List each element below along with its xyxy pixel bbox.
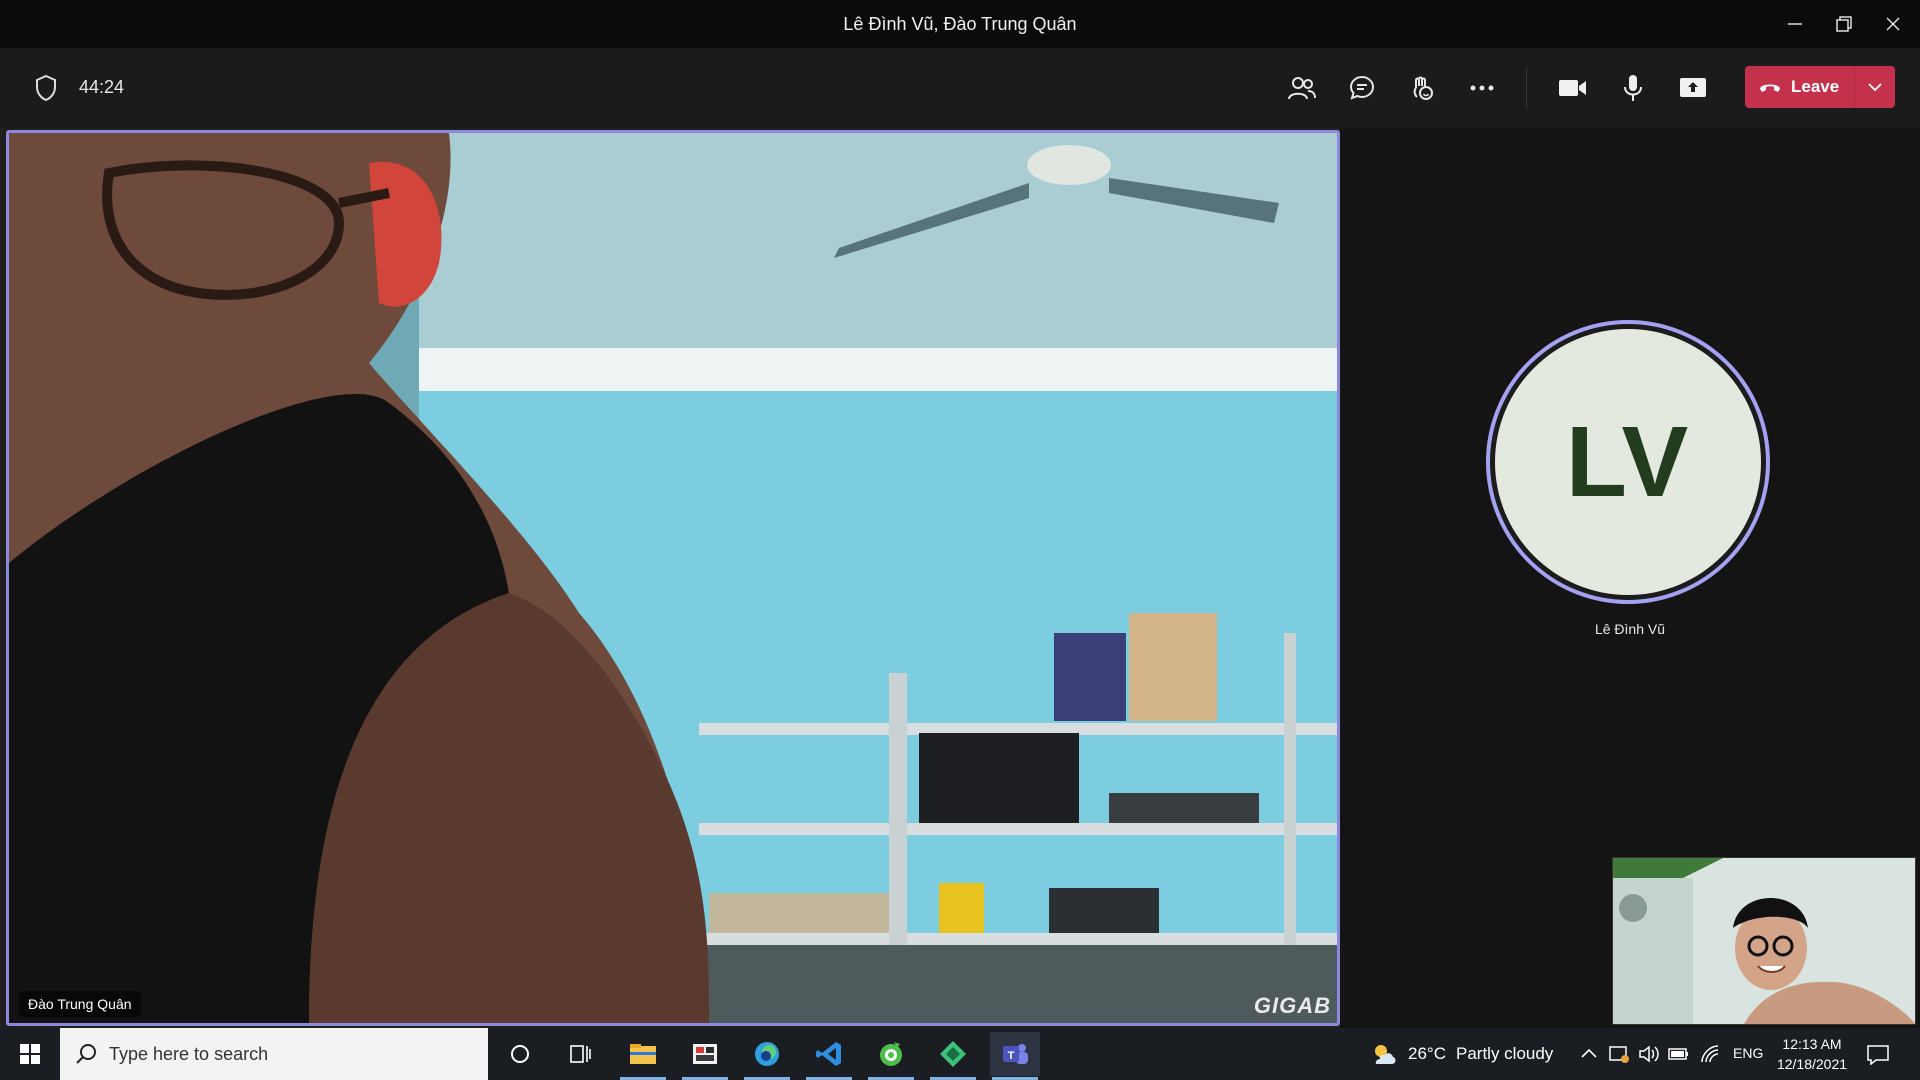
volume-icon[interactable]: [1638, 1044, 1660, 1064]
more-dots-icon: [1470, 85, 1494, 91]
edge-icon: [755, 1042, 779, 1066]
minimize-icon: [1788, 23, 1802, 25]
file-explorer-icon: [630, 1044, 656, 1064]
cortana-icon: [511, 1045, 529, 1063]
raise-hand-icon: [1413, 76, 1433, 100]
teams-icon: T: [1003, 1044, 1028, 1064]
mic-button[interactable]: [1613, 68, 1653, 108]
weather-widget[interactable]: 26°C Partly cloudy: [1370, 1028, 1553, 1080]
teams-button[interactable]: T: [990, 1032, 1040, 1080]
chevron-up-icon[interactable]: [1581, 1048, 1597, 1058]
diamond-app-button[interactable]: [928, 1032, 978, 1080]
weather-temperature: 26°C: [1408, 1044, 1446, 1063]
title-bar: Lê Đình Vũ, Đào Trung Quân: [0, 0, 1920, 48]
shield-icon[interactable]: [34, 74, 58, 102]
participants-button[interactable]: [1282, 68, 1322, 108]
taskbar: Type here to search T 26°C Partly cloudy…: [0, 1028, 1920, 1080]
windows-start-icon[interactable]: [12, 1038, 48, 1070]
meeting-toolbar: 44:24 Leave: [0, 48, 1920, 128]
clock-date: 12/18/2021: [1776, 1056, 1848, 1072]
restore-icon: [1836, 16, 1852, 32]
vscode-icon: [816, 1042, 841, 1066]
weather-condition: Partly cloudy: [1455, 1044, 1554, 1063]
self-view-tile[interactable]: [1612, 857, 1916, 1025]
close-button[interactable]: [1877, 8, 1909, 40]
app-diamond-icon: [940, 1041, 966, 1067]
notifications-icon[interactable]: [1866, 1044, 1890, 1066]
input-language[interactable]: ENG: [1733, 1045, 1763, 1061]
main-video-tile[interactable]: Đào Trung Quân GIGAB: [6, 130, 1340, 1026]
reactions-button[interactable]: [1402, 68, 1442, 108]
minimize-button[interactable]: [1779, 8, 1811, 40]
share-button[interactable]: [1673, 68, 1713, 108]
photos-app-button[interactable]: [680, 1032, 730, 1080]
weather-cloud-sun-icon: [1375, 1045, 1396, 1064]
close-icon: [1886, 17, 1900, 31]
taskbar-search-input[interactable]: Type here to search: [60, 1028, 488, 1080]
camera-icon: [1559, 80, 1586, 96]
share-screen-icon: [1680, 78, 1706, 97]
camera-button[interactable]: [1553, 68, 1593, 108]
app-green-icon: [880, 1042, 902, 1066]
chat-button[interactable]: [1342, 68, 1382, 108]
green-app-button[interactable]: [866, 1032, 916, 1080]
chevron-down-icon: [1868, 83, 1882, 91]
network-icon[interactable]: [1608, 1044, 1630, 1064]
people-icon: [1288, 77, 1316, 100]
self-view-frame: [1613, 858, 1915, 1024]
edge-button[interactable]: [742, 1032, 792, 1080]
photo-app-icon: [693, 1044, 717, 1064]
participant-video-frame: [9, 133, 1337, 1023]
leave-options-button[interactable]: [1855, 66, 1895, 108]
svg-text:T: T: [1008, 1050, 1015, 1062]
search-placeholder: Type here to search: [109, 1044, 269, 1064]
battery-icon[interactable]: [1668, 1046, 1690, 1062]
microphone-icon: [1624, 75, 1642, 101]
system-clock[interactable]: 12:13 AM 12/18/2021: [1772, 1034, 1852, 1074]
restore-button[interactable]: [1828, 8, 1860, 40]
toolbar-divider: [1526, 68, 1527, 108]
video-watermark: GIGAB: [1253, 993, 1331, 1018]
task-view-icon: [570, 1045, 591, 1063]
file-explorer-button[interactable]: [618, 1032, 668, 1080]
leave-button-group: Leave: [1745, 66, 1895, 108]
leave-label: Leave: [1791, 77, 1840, 96]
more-actions-button[interactable]: [1462, 68, 1502, 108]
avatar-name-label: Lê Đình Vũ: [1594, 621, 1666, 637]
leave-button[interactable]: Leave: [1745, 66, 1854, 108]
chat-icon: [1349, 75, 1375, 100]
participant-name-tag: Đào Trung Quân: [19, 991, 141, 1017]
task-view-button[interactable]: [555, 1032, 605, 1076]
hang-up-icon: [1760, 84, 1780, 92]
clock-time: 12:13 AM: [1782, 1036, 1842, 1052]
wifi-icon[interactable]: [1700, 1044, 1720, 1064]
cortana-button[interactable]: [495, 1032, 545, 1076]
meeting-timer: 44:24: [79, 77, 125, 97]
search-icon: [76, 1044, 96, 1064]
avatar[interactable]: LV: [1495, 329, 1761, 595]
window-title: Lê Đình Vũ, Đào Trung Quân: [843, 14, 1077, 34]
vscode-button[interactable]: [804, 1032, 854, 1080]
